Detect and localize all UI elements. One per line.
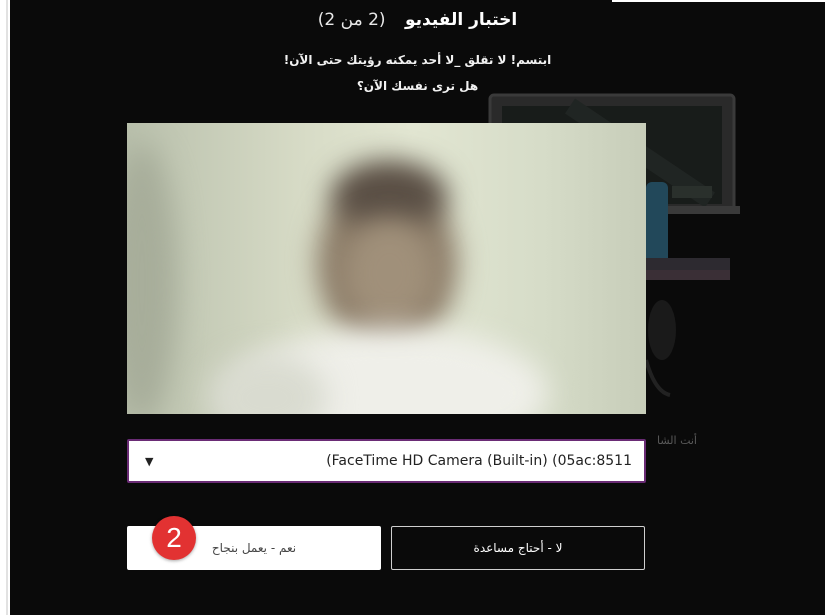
page-title: اختبار الفيديو (2 من 2) (10, 10, 825, 30)
top-edge-strip (612, 0, 825, 2)
instruction-question: هل ترى نفسك الآن؟ (356, 79, 479, 93)
camera-select-value: (FaceTime HD Camera (Built-in) (05ac:851… (326, 453, 632, 469)
camera-select[interactable]: ▼ (FaceTime HD Camera (Built-in) (05ac:8… (127, 439, 646, 483)
title-text: اختبار الفيديو (404, 10, 518, 30)
step-number-badge: 2 (152, 516, 196, 560)
background-peek-text: أنت الشا (657, 434, 697, 447)
video-test-dialog: اختبار الفيديو (2 من 2) ابتسم! لا تقلق _… (10, 0, 825, 615)
need-help-button-label: لا - أحتاج مساعدة (473, 541, 563, 555)
instruction-line-1: ابتسم! لا تقلق _لا أحد يمكنه رؤيتك حتى ا… (283, 53, 552, 67)
margin-divider (6, 0, 8, 615)
camera-preview (127, 123, 646, 414)
page-margin (0, 0, 10, 615)
step-indicator: (2 من 2) (317, 10, 386, 30)
need-help-button[interactable]: لا - أحتاج مساعدة (391, 526, 645, 570)
dropdown-arrow-icon[interactable]: ▼ (145, 455, 153, 468)
yes-works-button-label: نعم - يعمل بنجاح (211, 541, 297, 555)
preview-shape-face (342, 218, 437, 328)
